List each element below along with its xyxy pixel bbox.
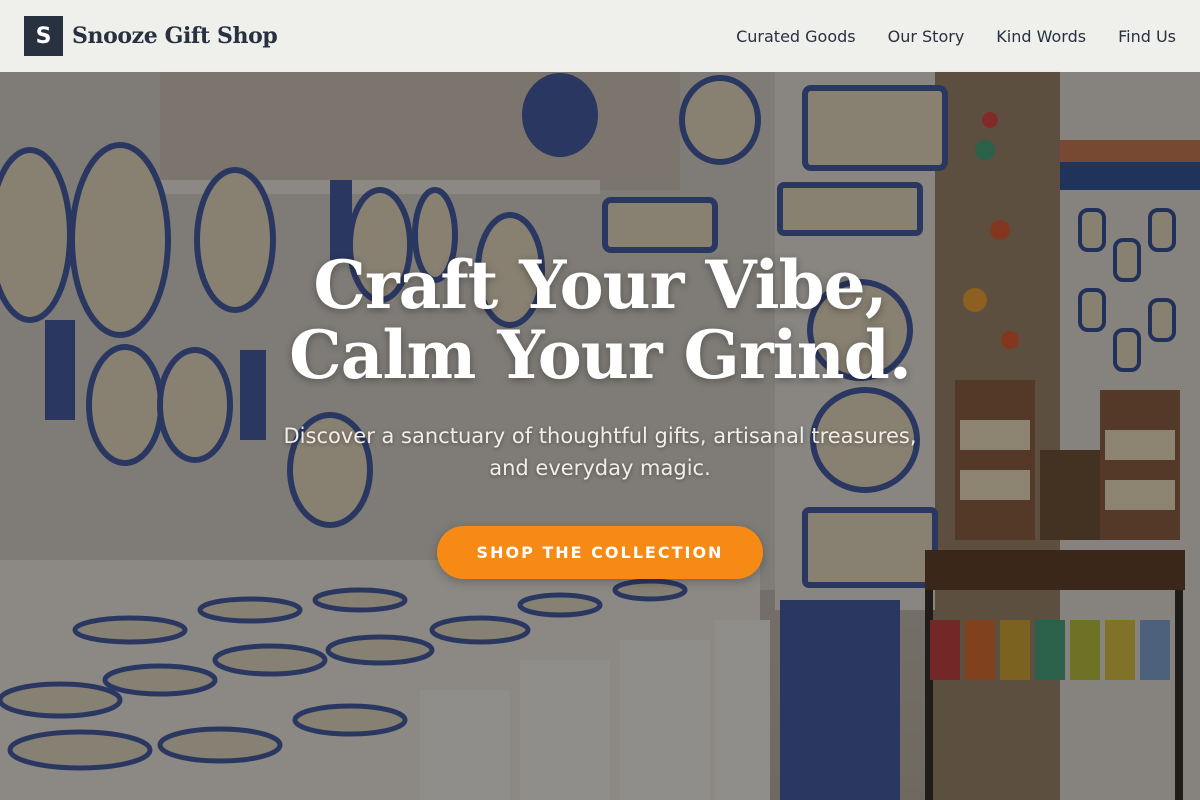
hero-title-line-1: Craft Your Vibe, [313,246,887,324]
nav-link-our-story[interactable]: Our Story [888,27,965,46]
nav-link-kind-words[interactable]: Kind Words [996,27,1086,46]
hero-title: Craft Your Vibe, Calm Your Grind. [0,250,1200,390]
hero-subtitle: Discover a sanctuary of thoughtful gifts… [283,424,917,480]
nav-link-curated-goods[interactable]: Curated Goods [736,27,856,46]
nav-link-find-us[interactable]: Find Us [1118,27,1176,46]
brand-logo-mark: S [24,16,63,56]
site-header: S Snooze Gift Shop Curated Goods Our Sto… [0,0,1200,72]
brand-logo-link[interactable]: S Snooze Gift Shop [24,16,278,56]
main-nav: Curated Goods Our Story Kind Words Find … [736,27,1176,46]
shop-collection-button[interactable]: SHOP THE COLLECTION [437,526,763,579]
brand-name: Snooze Gift Shop [72,23,278,49]
hero-content: Craft Your Vibe, Calm Your Grind. Discov… [0,250,1200,579]
hero-title-line-2: Calm Your Grind. [289,316,912,394]
